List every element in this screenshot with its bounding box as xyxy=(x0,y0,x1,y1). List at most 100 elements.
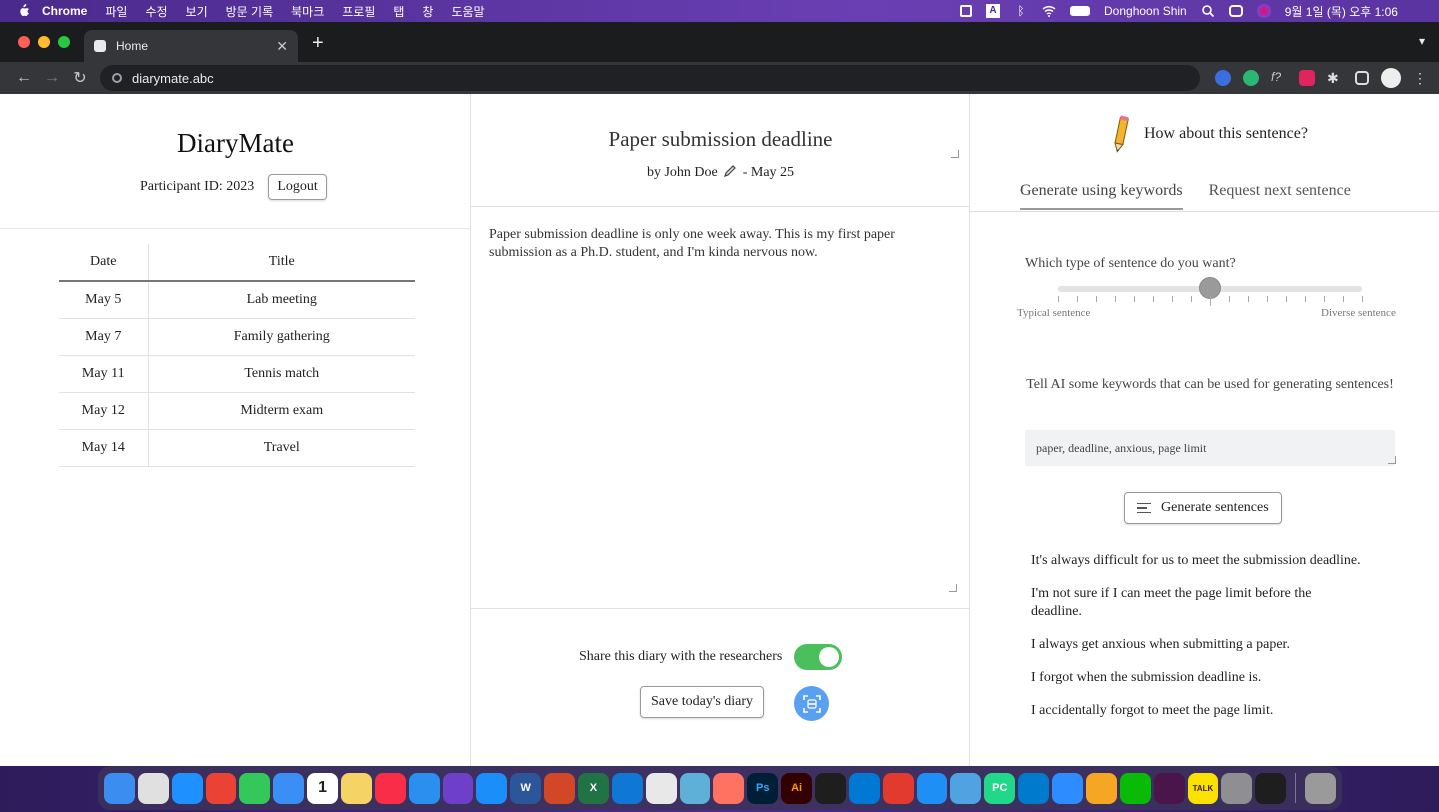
table-row[interactable]: May 12 Midterm exam xyxy=(59,392,415,430)
dock-mail-icon[interactable] xyxy=(273,772,305,804)
scan-button[interactable] xyxy=(794,686,829,721)
menu-view[interactable]: 보기 xyxy=(186,3,208,20)
extension-green-icon[interactable] xyxy=(1243,70,1259,86)
dock-app-store-icon[interactable] xyxy=(476,772,508,804)
menu-edit[interactable]: 수정 xyxy=(145,3,167,20)
address-bar[interactable]: diarymate.abc xyxy=(100,65,1200,91)
stage-manager-icon[interactable] xyxy=(960,5,972,17)
dock-powerpoint-icon[interactable] xyxy=(544,772,576,804)
reload-icon[interactable]: ↻ xyxy=(66,68,94,88)
save-diary-button[interactable]: Save today's diary xyxy=(640,686,765,718)
dock-slack-icon[interactable] xyxy=(1153,772,1185,804)
table-row[interactable]: May 7 Family gathering xyxy=(59,318,415,356)
row-title[interactable]: Lab meeting xyxy=(148,281,415,319)
extension-red-icon[interactable] xyxy=(1299,70,1315,86)
input-source-icon[interactable]: A xyxy=(986,4,1000,18)
extension-shield-icon[interactable] xyxy=(1215,70,1231,86)
dock-illustrator-icon[interactable]: Ai xyxy=(781,772,813,804)
menu-window[interactable]: 창 xyxy=(422,3,433,20)
table-row[interactable]: May 11 Tennis match xyxy=(59,355,415,393)
dock-calendar-icon[interactable]: 1 xyxy=(307,772,339,804)
dock-outlook-icon[interactable] xyxy=(611,772,643,804)
dock-textedit-icon[interactable] xyxy=(645,772,677,804)
column-header-title[interactable]: Title xyxy=(148,244,415,282)
close-window-button[interactable] xyxy=(18,36,30,48)
diary-body-textarea[interactable]: Paper submission deadline is only one we… xyxy=(489,226,949,262)
battery-icon[interactable] xyxy=(1070,6,1090,16)
zoom-window-button[interactable] xyxy=(58,36,70,48)
table-row[interactable]: May 5 Lab meeting xyxy=(59,281,415,319)
dock-system-settings-icon[interactable] xyxy=(1221,772,1253,804)
siri-icon[interactable] xyxy=(1256,4,1271,18)
dock-chrome-icon[interactable] xyxy=(205,772,237,804)
apple-icon[interactable] xyxy=(16,4,30,18)
suggested-sentence[interactable]: I always get anxious when submitting a p… xyxy=(1031,636,1361,654)
dock-launchpad-icon[interactable] xyxy=(137,772,169,804)
menu-file[interactable]: 파일 xyxy=(105,3,127,20)
menu-profile[interactable]: 프로필 xyxy=(342,3,375,20)
dock-safari-icon[interactable] xyxy=(171,772,203,804)
extensions-puzzle-icon[interactable]: ✱ xyxy=(1327,70,1343,86)
menu-app-name[interactable]: Chrome xyxy=(42,4,87,18)
dock-figma-slides-icon[interactable] xyxy=(713,772,745,804)
suggested-sentence[interactable]: It's always difficult for us to meet the… xyxy=(1031,552,1361,570)
wifi-icon[interactable] xyxy=(1042,4,1056,18)
profile-avatar[interactable] xyxy=(1381,68,1401,88)
back-arrow-icon[interactable]: ← xyxy=(10,69,38,87)
menu-clock[interactable]: 9월 1일 (목) 오후 1:06 xyxy=(1285,3,1398,20)
dock-xcode-icon[interactable] xyxy=(916,772,948,804)
tab-close-icon[interactable]: ✕ xyxy=(276,38,288,55)
suggested-sentence[interactable]: I'm not sure if I can meet the page limi… xyxy=(1031,585,1361,621)
forward-arrow-icon[interactable]: → xyxy=(38,69,66,87)
dock-vscode-icon[interactable] xyxy=(1018,772,1050,804)
table-row[interactable]: May 14 Travel xyxy=(59,429,415,467)
row-title[interactable]: Tennis match xyxy=(148,355,415,393)
browser-tab-home[interactable]: Home ✕ xyxy=(84,30,298,62)
tab-request-next-sentence[interactable]: Request next sentence xyxy=(1209,182,1351,210)
minimize-window-button[interactable] xyxy=(38,36,50,48)
menu-history[interactable]: 방문 기록 xyxy=(226,3,274,20)
row-title[interactable]: Family gathering xyxy=(148,318,415,356)
dock-messages-icon[interactable] xyxy=(239,772,271,804)
dock-trash-icon[interactable] xyxy=(1305,772,1336,804)
body-resize-handle[interactable] xyxy=(949,584,957,592)
dock-music-icon[interactable] xyxy=(374,772,406,804)
dock-transmit-icon[interactable] xyxy=(1085,772,1117,804)
dock-keynote-icon[interactable] xyxy=(408,772,440,804)
row-title[interactable]: Midterm exam xyxy=(148,392,415,430)
tab-search-chevron-icon[interactable]: ▾ xyxy=(1419,34,1425,48)
dock-acrobat-icon[interactable] xyxy=(882,772,914,804)
spotlight-search-icon[interactable] xyxy=(1201,4,1215,18)
dock-word-icon[interactable]: W xyxy=(510,772,542,804)
row-title[interactable]: Travel xyxy=(148,429,415,467)
logout-button[interactable]: Logout xyxy=(268,174,327,200)
dock-wechat-icon[interactable] xyxy=(1119,772,1151,804)
sentence-type-slider[interactable] xyxy=(1058,277,1362,299)
dock-notes-icon[interactable] xyxy=(341,772,372,804)
keywords-resize-handle[interactable] xyxy=(1388,456,1396,464)
menu-user-name[interactable]: Donghoon Shin xyxy=(1104,4,1187,18)
site-info-icon[interactable] xyxy=(112,73,122,83)
dock-windows-icon[interactable] xyxy=(848,772,880,804)
suggested-sentence[interactable]: I forgot when the submission deadline is… xyxy=(1031,669,1361,687)
dock-kakaotalk-icon[interactable]: TALK xyxy=(1187,772,1219,804)
bluetooth-icon[interactable]: ᛒ xyxy=(1014,4,1028,18)
dock-excel-icon[interactable]: X xyxy=(578,772,609,804)
dock-zoom-icon[interactable] xyxy=(1052,772,1083,804)
diary-title-field[interactable]: Paper submission deadline xyxy=(471,127,970,152)
dock-terminal-icon[interactable] xyxy=(1255,772,1287,804)
dock-network-icon[interactable] xyxy=(950,772,982,804)
keywords-input[interactable]: paper, deadline, anxious, page limit xyxy=(1025,430,1395,466)
menu-tab[interactable]: 탭 xyxy=(393,3,404,20)
generate-sentences-button[interactable]: Generate sentences xyxy=(1124,492,1282,524)
dock-github-icon[interactable] xyxy=(442,772,474,804)
dock-pycharm-icon[interactable]: PC xyxy=(984,772,1016,804)
menu-help[interactable]: 도움말 xyxy=(451,3,484,20)
share-toggle[interactable] xyxy=(794,644,843,670)
dock-finder-icon[interactable] xyxy=(104,772,135,804)
suggested-sentence[interactable]: I accidentally forgot to meet the page l… xyxy=(1031,702,1361,720)
tab-generate-using-keywords[interactable]: Generate using keywords xyxy=(1020,182,1183,210)
dock-figma-icon[interactable] xyxy=(815,772,846,804)
dock-photoshop-icon[interactable]: Ps xyxy=(747,772,779,804)
extension-function-icon[interactable]: f? xyxy=(1271,70,1287,86)
